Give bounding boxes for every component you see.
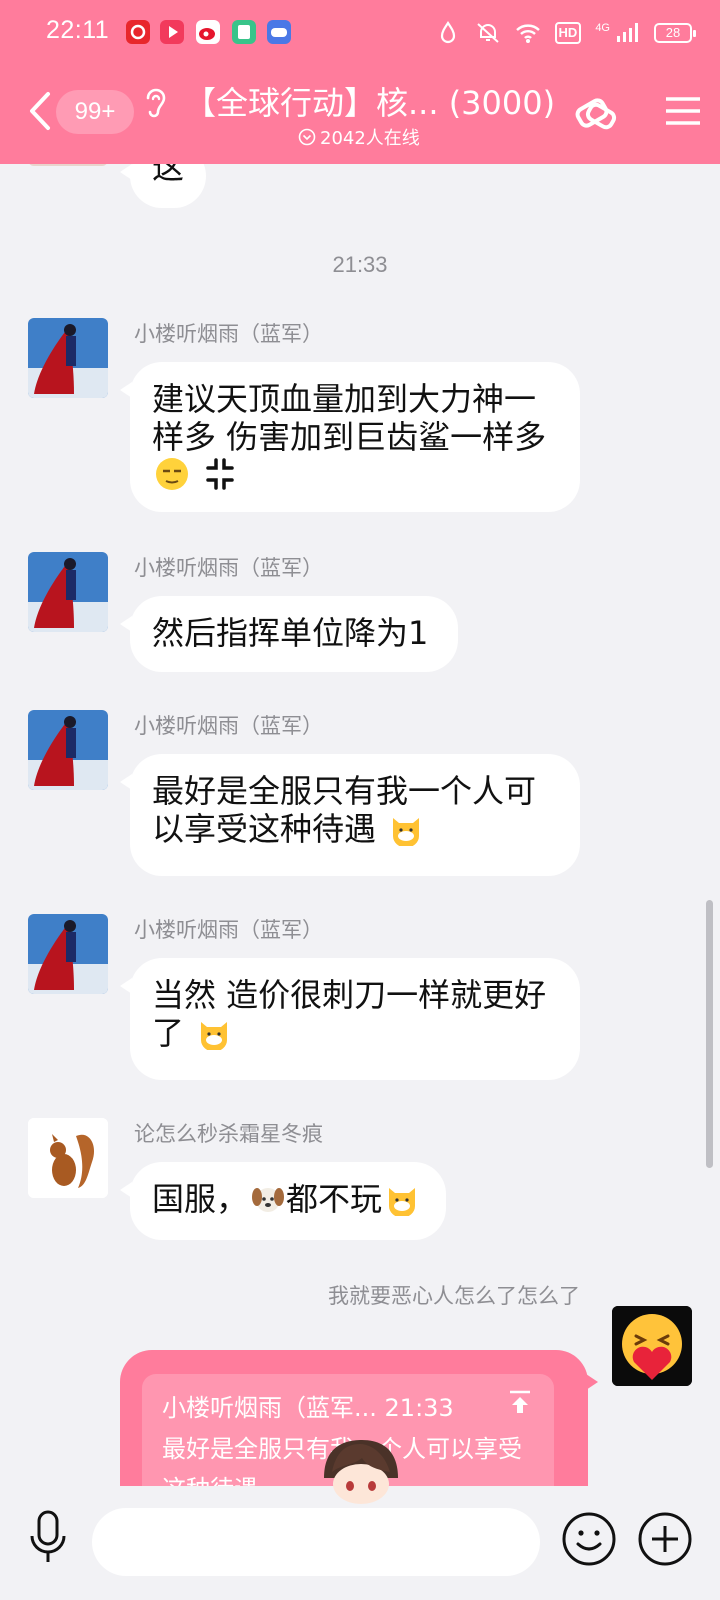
scrollbar[interactable] [706, 900, 713, 1168]
video-app-notification-icon [160, 20, 184, 44]
emoji-face-icon[interactable] [560, 1510, 618, 1568]
squirrel-avatar-image [28, 1118, 108, 1198]
back-arrow-icon[interactable] [26, 90, 56, 132]
my-sender-name[interactable]: 我就要恶心人怎么了怎么了 [328, 1280, 580, 1310]
avatar[interactable] [28, 552, 108, 632]
online-count: 2042人在线 [320, 128, 420, 149]
game-app-notification-icon [267, 20, 291, 44]
message-text: 建议天顶血量加到大力神一样多 伤害加到巨齿鲨一样多 [152, 380, 547, 456]
message-text-before: 国服， [152, 1180, 249, 1218]
ear-icon[interactable] [142, 86, 168, 120]
sender-name[interactable]: 小楼听烟雨（蓝军） [134, 710, 323, 740]
game-switch-icon[interactable] [572, 90, 620, 136]
wifi-icon [515, 24, 540, 43]
system-icons: HD 4G 28 [435, 18, 696, 48]
chat-header: 22:11 HD 4G 28 99+ 【全球行动】核... (3000) 204… [0, 0, 720, 164]
superhero-avatar-image [28, 710, 108, 790]
water-drop-icon [440, 21, 455, 44]
anime-boy-sticker-icon[interactable] [318, 1438, 404, 1504]
avatar[interactable] [28, 710, 108, 790]
message-text: 这 [152, 164, 185, 186]
battery-indicator: 28 [654, 23, 696, 43]
message-input[interactable] [92, 1508, 540, 1576]
weibo-notification-icon [196, 20, 220, 44]
sender-name[interactable]: 小楼听烟雨（蓝军） [134, 552, 323, 582]
chat-title[interactable]: 【全球行动】核... (3000) [184, 78, 554, 124]
message-text-after: 都不玩 [286, 1180, 383, 1218]
anger-emoji [206, 458, 234, 490]
status-time: 22:11 [46, 16, 110, 44]
message-timestamp: 21:33 [332, 252, 388, 277]
menu-icon[interactable] [666, 96, 700, 126]
microphone-icon[interactable] [28, 1508, 68, 1568]
message-bubble[interactable]: 这 [120, 164, 206, 208]
superhero-avatar-image [28, 318, 108, 398]
sender-name[interactable]: 小楼听烟雨（蓝军） [134, 914, 323, 944]
chevron-down-circle-icon [298, 128, 316, 146]
message-bubble[interactable]: 最好是全服只有我一个人可以享受这种待遇 [120, 754, 580, 876]
signal-icon [617, 23, 638, 42]
superhero-avatar-image [28, 552, 108, 632]
message-list[interactable]: 这 21:33 小楼听烟雨（蓝军） 建议天顶血量加到大力神一样多 伤害加到巨齿鲨… [0, 164, 720, 1486]
dog-emoji [252, 1188, 285, 1212]
message-bubble[interactable]: 国服， 都不玩 [120, 1162, 446, 1240]
network-type: 4G [595, 22, 610, 34]
message-bubble[interactable]: 当然 造价很刺刀一样就更好了 [120, 958, 580, 1080]
book-app-notification-icon [232, 20, 256, 44]
jump-to-original-icon[interactable] [506, 1388, 534, 1416]
avatar[interactable] [28, 914, 108, 994]
message-text: 然后指挥单位降为1 [152, 614, 429, 652]
cat-emoji [389, 1188, 416, 1216]
message-text: 最好是全服只有我一个人可以享受这种待遇 [152, 772, 537, 848]
avatar[interactable] [28, 164, 108, 166]
unread-count-badge[interactable]: 99+ [56, 90, 134, 134]
avatar[interactable] [28, 1118, 108, 1198]
superhero-avatar-image [28, 914, 108, 994]
sender-name[interactable]: 小楼听烟雨（蓝军） [134, 318, 323, 348]
status-bar: 22:11 HD 4G 28 [0, 0, 720, 66]
sender-name[interactable]: 论怎么秒杀霜星冬痕 [134, 1118, 323, 1148]
plus-icon[interactable] [636, 1510, 694, 1568]
quote-time: 21:33 [384, 1394, 454, 1422]
mute-vibrate-icon [476, 23, 499, 43]
quote-header: 小楼听烟雨（蓝军... 21:33 [162, 1388, 534, 1423]
heart-hug-emoji-avatar [612, 1306, 692, 1386]
netease-music-notification-icon [126, 20, 150, 44]
hd-badge: HD [554, 22, 582, 44]
my-avatar[interactable] [612, 1306, 692, 1386]
online-status[interactable]: 2042人在线 [298, 124, 420, 150]
message-bubble[interactable]: 然后指挥单位降为1 [120, 596, 458, 672]
quote-author: 小楼听烟雨（蓝军... [162, 1394, 377, 1422]
cat-emoji [393, 818, 420, 846]
message-bubble[interactable]: 建议天顶血量加到大力神一样多 伤害加到巨齿鲨一样多 [120, 362, 580, 512]
smirk-emoji [156, 458, 188, 490]
avatar[interactable] [28, 318, 108, 398]
cat-emoji [201, 1022, 228, 1050]
